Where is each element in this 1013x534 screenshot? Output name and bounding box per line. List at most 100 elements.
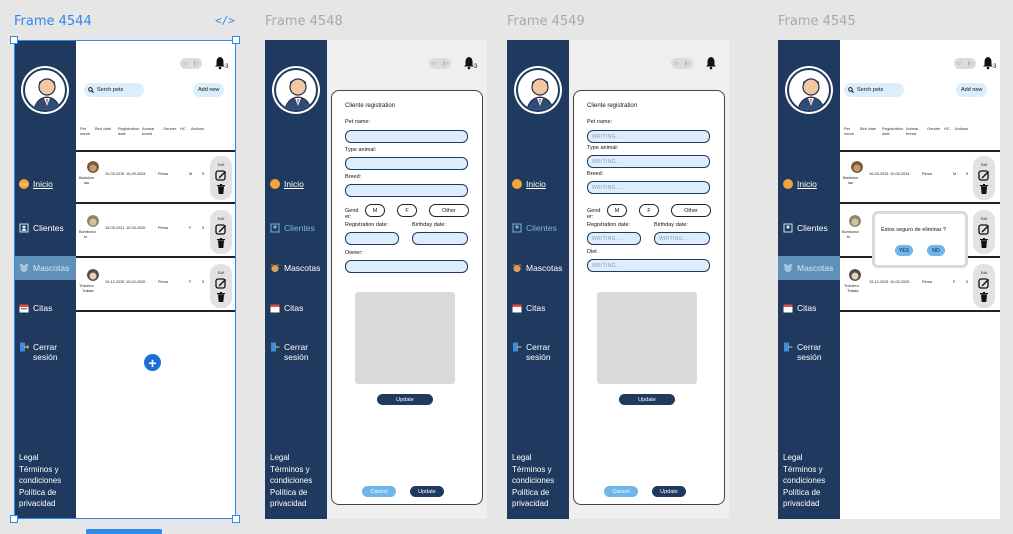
frame-title[interactable]: Frame 4548 xyxy=(265,14,343,29)
legal-line[interactable]: Política de xyxy=(270,487,312,499)
type-animal-input[interactable]: WRITING.... xyxy=(587,155,710,168)
frame-title[interactable]: Frame 4545 xyxy=(778,14,856,29)
owner-input[interactable] xyxy=(345,260,468,273)
birthday-date-input[interactable]: WRITING.... xyxy=(654,232,710,245)
gender-other-button[interactable]: Other xyxy=(671,204,711,217)
legal-line[interactable]: Política de xyxy=(19,487,61,499)
frame-title[interactable]: Frame 4549 xyxy=(507,14,585,29)
nav-cerrar-sesion[interactable]: Cerrar sesión xyxy=(265,342,327,370)
add-pet-button[interactable]: + xyxy=(144,354,161,371)
trash-icon[interactable] xyxy=(980,238,988,248)
cancel-button[interactable]: Cancel xyxy=(362,486,396,497)
diet-input[interactable]: WRITING.... xyxy=(587,259,710,272)
legal-line[interactable]: condiciones xyxy=(783,475,825,487)
pet-photo-placeholder[interactable] xyxy=(355,292,455,384)
trash-icon[interactable] xyxy=(217,292,225,302)
legal-line[interactable]: Legal xyxy=(512,452,554,464)
legal-line[interactable]: privacidad xyxy=(270,498,312,510)
legal-line[interactable]: Términos y xyxy=(512,464,554,476)
nav-mascotas[interactable]: Mascotas xyxy=(265,256,327,280)
frame-title[interactable]: Frame 4544 xyxy=(14,14,92,29)
trash-icon[interactable] xyxy=(217,184,225,194)
nav-inicio[interactable]: START Inicio xyxy=(14,172,76,196)
legal-line[interactable]: Términos y xyxy=(270,464,312,476)
search-input[interactable]: Serch pets xyxy=(844,83,904,97)
theme-toggle[interactable]: ○ |○ xyxy=(954,58,976,69)
legal-links[interactable]: Legal Términos y condiciones Política de… xyxy=(270,452,312,510)
update-button[interactable]: Update xyxy=(652,486,686,497)
confirm-yes-button[interactable]: YES xyxy=(895,245,913,256)
birthday-date-input[interactable] xyxy=(412,232,468,245)
update-button[interactable]: Update xyxy=(410,486,444,497)
nav-citas[interactable]: Citas xyxy=(778,296,840,320)
legal-line[interactable]: Términos y xyxy=(19,464,61,476)
table-row[interactable]: Bartolom lau 10-03-2015 10-09-2024 Persa … xyxy=(840,152,1000,204)
legal-line[interactable]: Legal xyxy=(270,452,312,464)
edit-icon[interactable] xyxy=(978,169,990,181)
resize-handle[interactable] xyxy=(10,515,18,523)
nav-cerrar-sesion[interactable]: Cerrar sesión xyxy=(507,342,569,370)
registration-date-input[interactable] xyxy=(345,232,399,245)
nav-clientes[interactable]: Clientes xyxy=(507,216,569,240)
nav-citas[interactable]: Citas xyxy=(507,296,569,320)
add-new-button[interactable]: Add new xyxy=(193,83,225,97)
legal-line[interactable]: Legal xyxy=(19,452,61,464)
gender-other-button[interactable]: Other xyxy=(429,204,469,217)
resize-handle[interactable] xyxy=(10,36,18,44)
legal-line[interactable]: Política de xyxy=(512,487,554,499)
nav-citas[interactable]: Citas xyxy=(14,296,76,320)
theme-toggle[interactable]: ○ |○ xyxy=(429,58,451,69)
type-animal-input[interactable] xyxy=(345,157,468,170)
edit-icon[interactable] xyxy=(215,169,227,181)
pet-name-input[interactable] xyxy=(345,130,468,143)
legal-line[interactable]: condiciones xyxy=(19,475,61,487)
table-row[interactable]: Trololero Tralala 19-12-2025 10-02-2020 P… xyxy=(76,260,236,312)
trash-icon[interactable] xyxy=(217,238,225,248)
edit-icon[interactable] xyxy=(978,223,990,235)
theme-toggle[interactable]: ○ |○ xyxy=(671,58,693,69)
gender-m-button[interactable]: M xyxy=(607,204,627,217)
legal-line[interactable]: condiciones xyxy=(512,475,554,487)
legal-line[interactable]: Términos y xyxy=(783,464,825,476)
nav-inicio[interactable]: Inicio xyxy=(778,172,840,196)
nav-mascotas[interactable]: Mascotas xyxy=(778,256,840,280)
nav-citas[interactable]: Citas xyxy=(265,296,327,320)
theme-toggle[interactable]: ○ |○ xyxy=(180,58,202,69)
table-row[interactable]: Bartolom lau 10-03-2015 10-09-2024 Persa … xyxy=(76,152,236,204)
bell-icon[interactable] xyxy=(705,56,717,70)
legal-line[interactable]: Política de xyxy=(783,487,825,499)
add-new-button[interactable]: Add new xyxy=(956,83,988,97)
pet-photo-placeholder[interactable] xyxy=(597,292,697,384)
breed-input[interactable]: WRITING.... xyxy=(587,181,710,194)
legal-links[interactable]: Legal Términos y condiciones Política de… xyxy=(783,452,825,510)
gender-f-button[interactable]: F xyxy=(639,204,659,217)
resize-handle[interactable] xyxy=(232,36,240,44)
legal-line[interactable]: Legal xyxy=(783,452,825,464)
breed-input[interactable] xyxy=(345,184,468,197)
edit-icon[interactable] xyxy=(215,223,227,235)
legal-line[interactable]: condiciones xyxy=(270,475,312,487)
legal-line[interactable]: privacidad xyxy=(512,498,554,510)
nav-cerrar-sesion[interactable]: Cerrar sesión xyxy=(778,342,840,370)
photo-update-button[interactable]: Update xyxy=(619,394,675,405)
photo-update-button[interactable]: Update xyxy=(377,394,433,405)
legal-line[interactable]: privacidad xyxy=(19,498,61,510)
gender-m-button[interactable]: M xyxy=(365,204,385,217)
legal-line[interactable]: privacidad xyxy=(783,498,825,510)
nav-mascotas[interactable]: Mascotas xyxy=(14,256,76,280)
trash-icon[interactable] xyxy=(980,292,988,302)
cancel-button[interactable]: Cancel xyxy=(604,486,638,497)
nav-inicio[interactable]: Inicio xyxy=(265,172,327,196)
search-input[interactable]: Serch pets xyxy=(84,83,144,97)
confirm-no-button[interactable]: NO xyxy=(927,245,945,256)
nav-cerrar-sesion[interactable]: Cerrar sesión xyxy=(14,342,76,370)
nav-clientes[interactable]: Clientes xyxy=(14,216,76,240)
nav-mascotas[interactable]: Mascotas xyxy=(507,256,569,280)
registration-date-input[interactable]: WRITING.... xyxy=(587,232,641,245)
code-view-icon[interactable]: </> xyxy=(215,14,235,27)
legal-links[interactable]: Legal Términos y condiciones Política de… xyxy=(19,452,61,510)
pet-name-input[interactable]: WRITING.... xyxy=(587,130,710,143)
edit-icon[interactable] xyxy=(978,277,990,289)
trash-icon[interactable] xyxy=(980,184,988,194)
legal-links[interactable]: Legal Términos y condiciones Política de… xyxy=(512,452,554,510)
